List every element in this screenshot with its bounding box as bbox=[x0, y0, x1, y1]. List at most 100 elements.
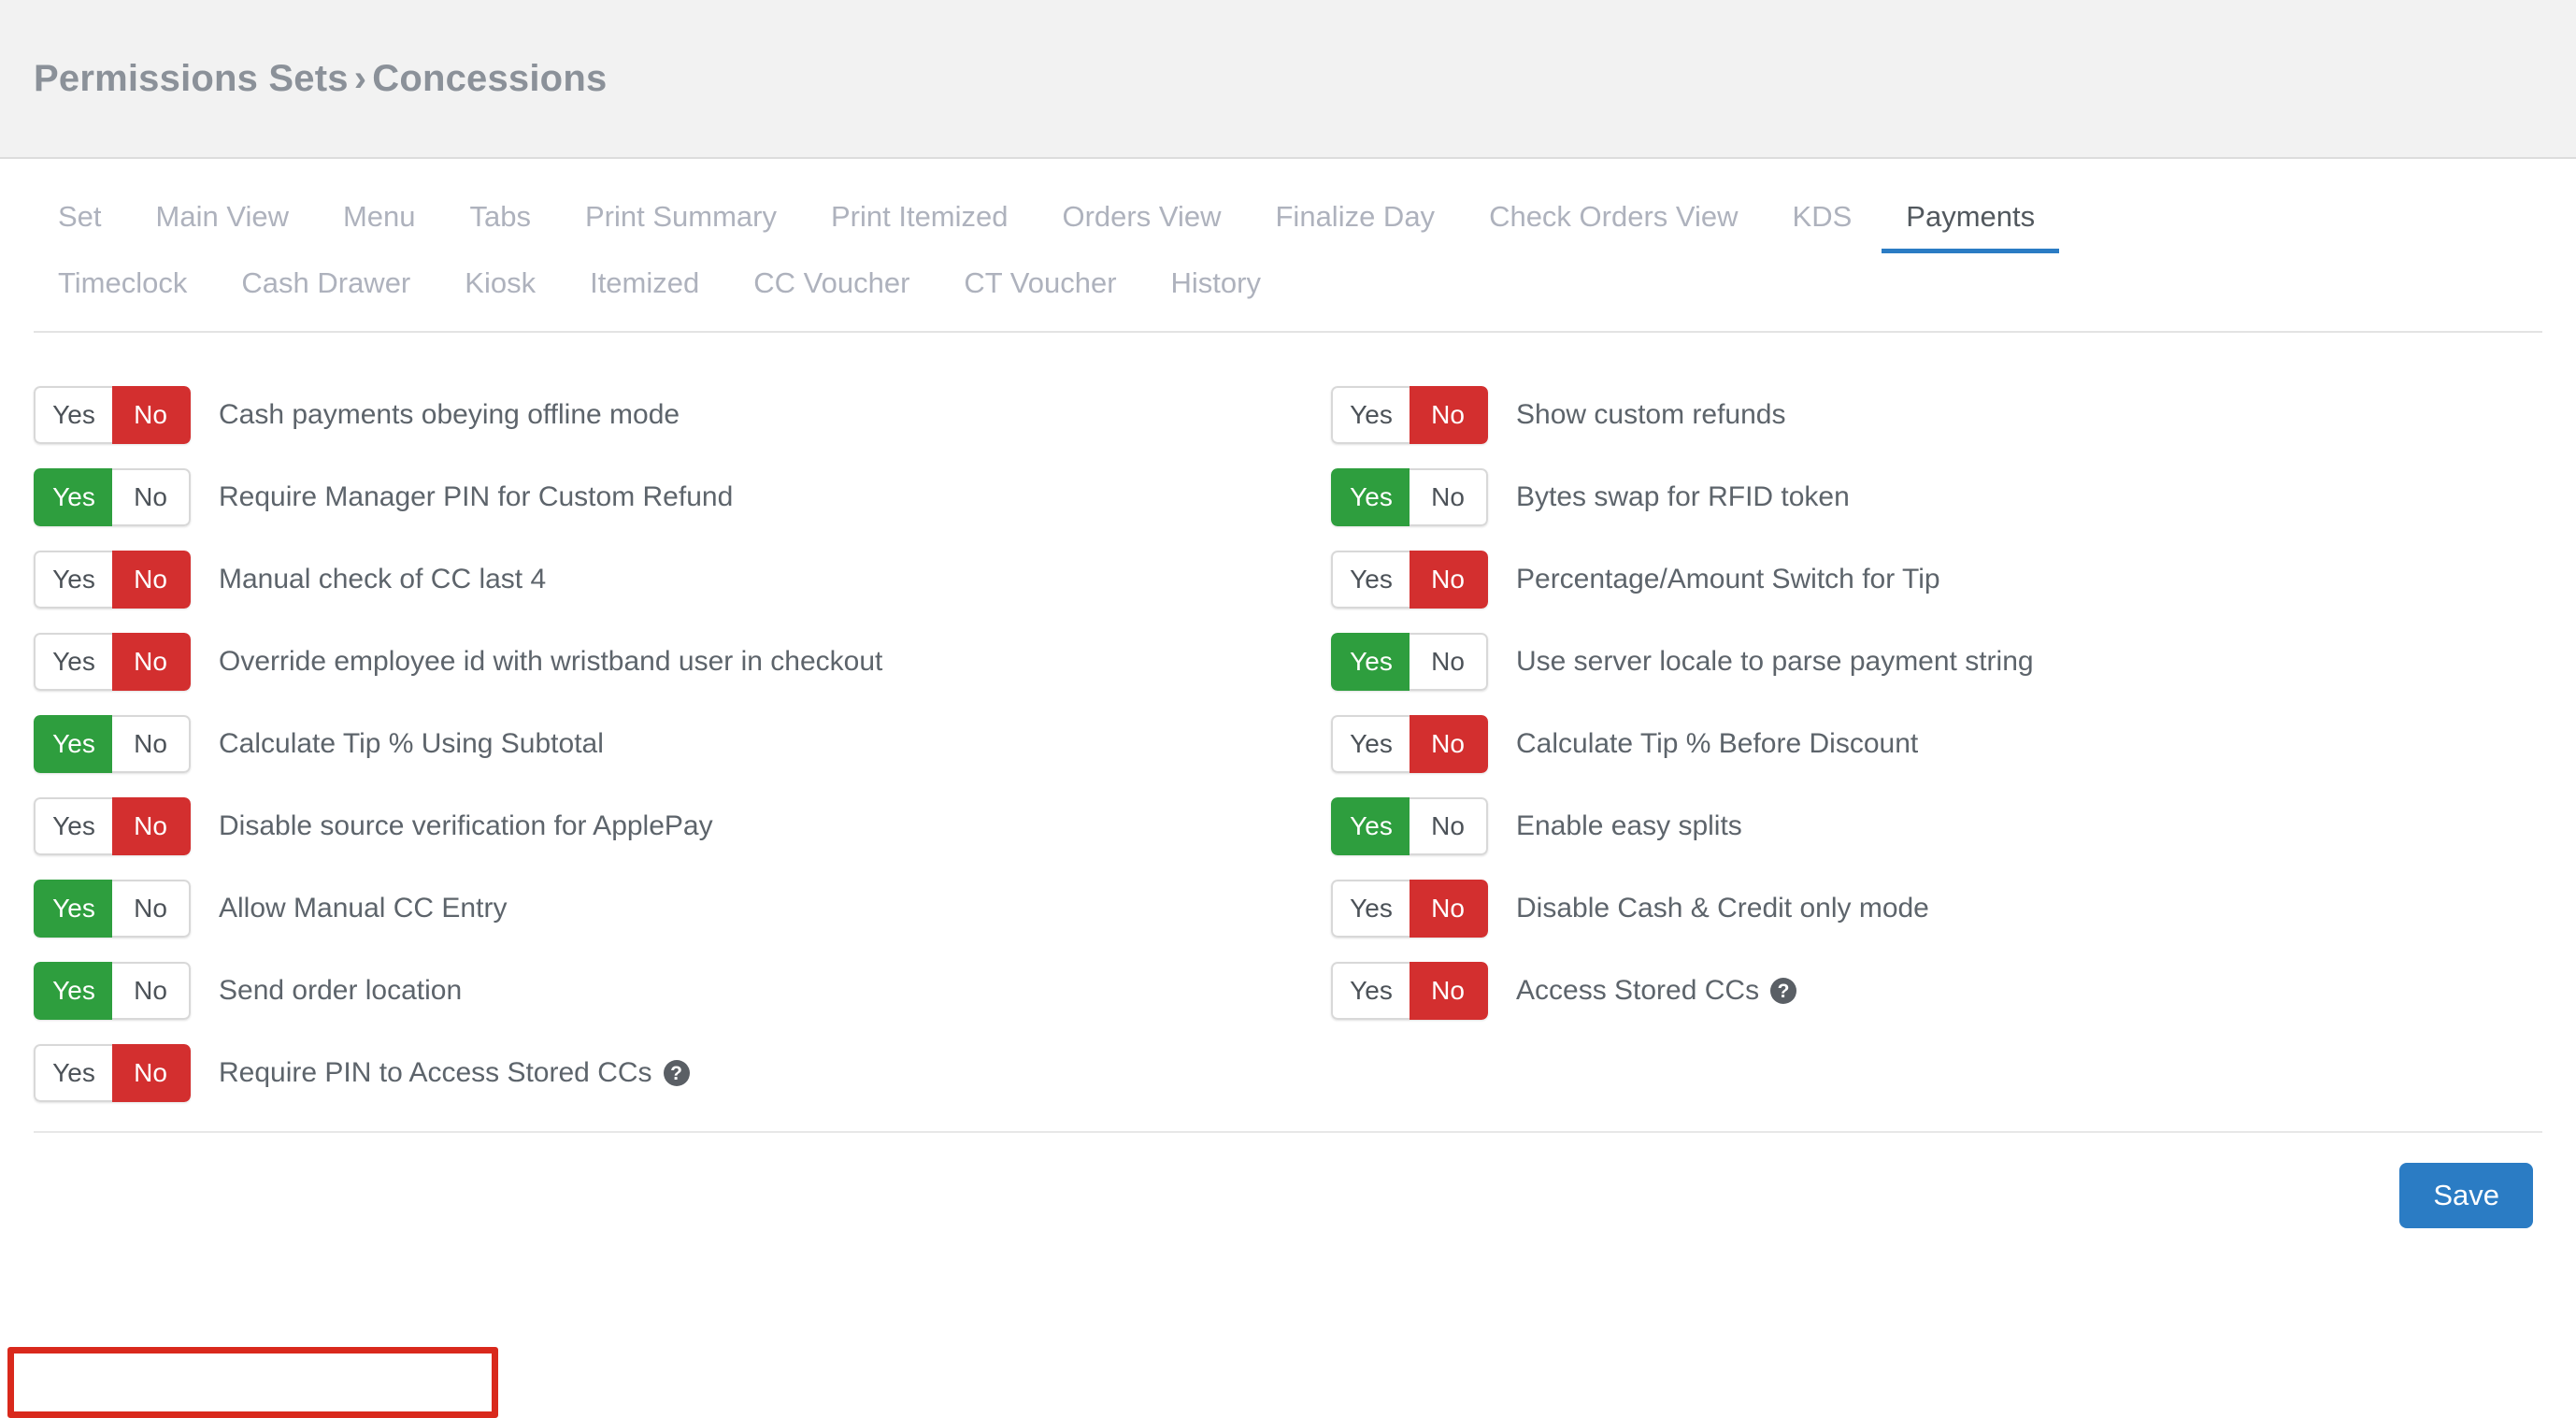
toggle-no-option[interactable]: No bbox=[1410, 633, 1488, 691]
toggle-no-option[interactable]: No bbox=[1410, 962, 1488, 1020]
toggle-yes-option[interactable]: Yes bbox=[1331, 880, 1410, 938]
toggle-send-order-location[interactable]: Yes No bbox=[34, 962, 191, 1020]
toggle-yes-option[interactable]: Yes bbox=[34, 386, 112, 444]
toggle-yes-option[interactable]: Yes bbox=[34, 1044, 112, 1102]
toggle-no-option[interactable]: No bbox=[1410, 551, 1488, 609]
breadcrumb-parent[interactable]: Permissions Sets bbox=[34, 58, 349, 99]
setting-label: Cash payments obeying offline mode bbox=[219, 399, 680, 431]
tab-finalize-day[interactable]: Finalize Day bbox=[1252, 187, 1460, 253]
setting-label: Use server locale to parse payment strin… bbox=[1516, 646, 2034, 678]
setting-label: Require Manager PIN for Custom Refund bbox=[219, 481, 733, 513]
toggle-no-option[interactable]: No bbox=[112, 633, 191, 691]
toggle-yes-option[interactable]: Yes bbox=[1331, 386, 1410, 444]
breadcrumb-separator-icon: › bbox=[353, 57, 367, 99]
toggle-yes-option[interactable]: Yes bbox=[1331, 633, 1410, 691]
toggle-disable-cash-credit-only-mode[interactable]: Yes No bbox=[1331, 880, 1488, 938]
toggle-yes-option[interactable]: Yes bbox=[1331, 962, 1410, 1020]
setting-label-text: Percentage/Amount Switch for Tip bbox=[1516, 564, 1940, 594]
tab-navigation: Set Main View Menu Tabs Print Summary Print I… bbox=[0, 159, 2576, 320]
toggle-yes-option[interactable]: Yes bbox=[34, 633, 112, 691]
toggle-calculate-tip-using-subtotal[interactable]: Yes No bbox=[34, 715, 191, 773]
setting-label: Send order location bbox=[219, 975, 462, 1007]
toggle-yes-option[interactable]: Yes bbox=[34, 880, 112, 938]
toggle-yes-option[interactable]: Yes bbox=[34, 797, 112, 855]
help-icon[interactable]: ? bbox=[1770, 978, 1797, 1004]
toggle-yes-option[interactable]: Yes bbox=[34, 962, 112, 1020]
setting-row: Yes No Access Stored CCs? bbox=[1331, 950, 2542, 1032]
tab-menu[interactable]: Menu bbox=[319, 187, 440, 253]
tab-cash-drawer[interactable]: Cash Drawer bbox=[217, 253, 435, 320]
setting-row: Yes No Cash payments obeying offline mode bbox=[34, 374, 1288, 456]
toggle-no-option[interactable]: No bbox=[112, 386, 191, 444]
toggle-access-stored-ccs[interactable]: Yes No bbox=[1331, 962, 1488, 1020]
toggle-disable-source-verification-for-applepay[interactable]: Yes No bbox=[34, 797, 191, 855]
setting-label: Calculate Tip % Using Subtotal bbox=[219, 728, 604, 760]
tab-orders-view[interactable]: Orders View bbox=[1038, 187, 1246, 253]
setting-row: Yes No Require Manager PIN for Custom Refu… bbox=[34, 456, 1288, 538]
toggle-percentage-amount-switch-for-tip[interactable]: Yes No bbox=[1331, 551, 1488, 609]
setting-label-text: Disable source verification for ApplePay bbox=[219, 810, 713, 841]
toggle-no-option[interactable]: No bbox=[1410, 880, 1488, 938]
toggle-bytes-swap-for-rfid-token[interactable]: Yes No bbox=[1331, 468, 1488, 526]
setting-label: Calculate Tip % Before Discount bbox=[1516, 728, 1918, 760]
setting-row: Yes No Require PIN to Access Stored CCs? bbox=[34, 1032, 1288, 1114]
tab-print-itemized[interactable]: Print Itemized bbox=[807, 187, 1033, 253]
toggle-no-option[interactable]: No bbox=[1410, 386, 1488, 444]
toggle-use-server-locale-to-parse-payment-string[interactable]: Yes No bbox=[1331, 633, 1488, 691]
toggle-no-option[interactable]: No bbox=[112, 962, 191, 1020]
toggle-no-option[interactable]: No bbox=[112, 468, 191, 526]
tab-tabs[interactable]: Tabs bbox=[446, 187, 555, 253]
toggle-yes-option[interactable]: Yes bbox=[1331, 551, 1410, 609]
tab-kiosk[interactable]: Kiosk bbox=[440, 253, 560, 320]
toggle-no-option[interactable]: No bbox=[112, 715, 191, 773]
setting-label-text: Access Stored CCs bbox=[1516, 975, 1760, 1006]
toggle-manual-check-of-cc-last-4[interactable]: Yes No bbox=[34, 551, 191, 609]
tab-payments[interactable]: Payments bbox=[1882, 187, 2060, 253]
toggle-enable-easy-splits[interactable]: Yes No bbox=[1331, 797, 1488, 855]
toggle-override-employee-id-with-wristband-user-in-checkout[interactable]: Yes No bbox=[34, 633, 191, 691]
toggle-require-pin-to-access-stored-ccs[interactable]: Yes No bbox=[34, 1044, 191, 1102]
toggle-no-option[interactable]: No bbox=[112, 551, 191, 609]
tab-main-view[interactable]: Main View bbox=[132, 187, 313, 253]
toggle-show-custom-refunds[interactable]: Yes No bbox=[1331, 386, 1488, 444]
toggle-yes-option[interactable]: Yes bbox=[1331, 797, 1410, 855]
toggle-yes-option[interactable]: Yes bbox=[1331, 715, 1410, 773]
breadcrumb-current: Concessions bbox=[372, 57, 608, 99]
toggle-allow-manual-cc-entry[interactable]: Yes No bbox=[34, 880, 191, 938]
toggle-no-option[interactable]: No bbox=[112, 880, 191, 938]
toggle-yes-option[interactable]: Yes bbox=[34, 551, 112, 609]
tab-print-summary[interactable]: Print Summary bbox=[561, 187, 801, 253]
tab-timeclock[interactable]: Timeclock bbox=[34, 253, 211, 320]
tab-cc-voucher[interactable]: CC Voucher bbox=[729, 253, 934, 320]
toggle-calculate-tip-before-discount[interactable]: Yes No bbox=[1331, 715, 1488, 773]
toggle-no-option[interactable]: No bbox=[112, 797, 191, 855]
tab-history[interactable]: History bbox=[1147, 253, 1285, 320]
tab-kds[interactable]: KDS bbox=[1768, 187, 1877, 253]
setting-label: Access Stored CCs? bbox=[1516, 975, 1797, 1007]
setting-label-text: Override employee id with wristband user… bbox=[219, 646, 883, 677]
setting-row: Yes No Disable Cash & Credit only mode bbox=[1331, 867, 2542, 950]
toggle-no-option[interactable]: No bbox=[1410, 468, 1488, 526]
toggle-yes-option[interactable]: Yes bbox=[34, 468, 112, 526]
tab-itemized[interactable]: Itemized bbox=[565, 253, 723, 320]
toggle-no-option[interactable]: No bbox=[112, 1044, 191, 1102]
toggle-no-option[interactable]: No bbox=[1410, 715, 1488, 773]
tab-check-orders-view[interactable]: Check Orders View bbox=[1465, 187, 1762, 253]
toggle-require-manager-pin-for-custom-refund[interactable]: Yes No bbox=[34, 468, 191, 526]
tab-ct-voucher[interactable]: CT Voucher bbox=[939, 253, 1140, 320]
tab-set[interactable]: Set bbox=[34, 187, 126, 253]
setting-label-text: Manual check of CC last 4 bbox=[219, 564, 547, 594]
setting-row: Yes No Send order location bbox=[34, 950, 1288, 1032]
save-button[interactable]: Save bbox=[2399, 1163, 2533, 1228]
toggle-yes-option[interactable]: Yes bbox=[34, 715, 112, 773]
toggle-cash-payments-obeying-offline-mode[interactable]: Yes No bbox=[34, 386, 191, 444]
setting-label: Require PIN to Access Stored CCs? bbox=[219, 1057, 690, 1089]
setting-row: Yes No Manual check of CC last 4 bbox=[34, 538, 1288, 621]
setting-label-text: Disable Cash & Credit only mode bbox=[1516, 893, 1929, 924]
toggle-yes-option[interactable]: Yes bbox=[1331, 468, 1410, 526]
help-icon[interactable]: ? bbox=[663, 1060, 690, 1086]
setting-label-text: Use server locale to parse payment strin… bbox=[1516, 646, 2034, 677]
toggle-no-option[interactable]: No bbox=[1410, 797, 1488, 855]
setting-label-text: Require PIN to Access Stored CCs bbox=[219, 1057, 652, 1088]
settings-column-left: Yes No Cash payments obeying offline mode Y… bbox=[34, 374, 1288, 1114]
